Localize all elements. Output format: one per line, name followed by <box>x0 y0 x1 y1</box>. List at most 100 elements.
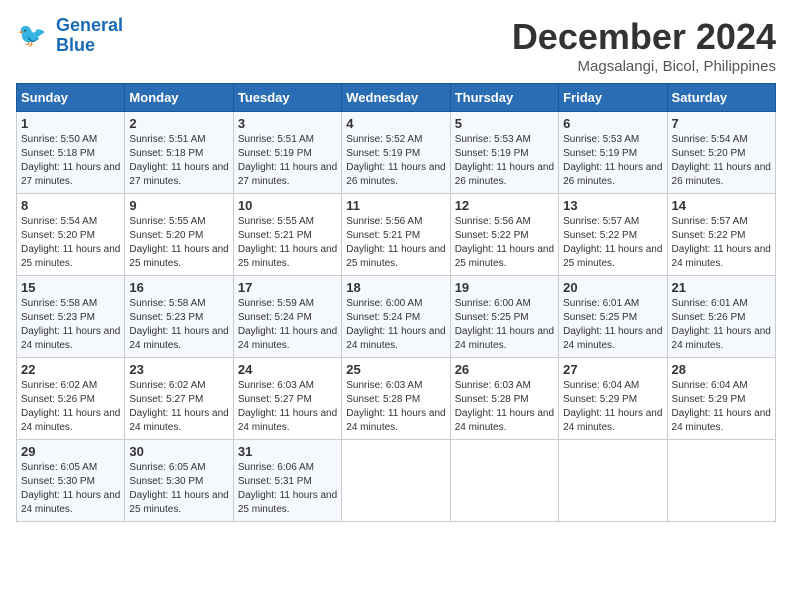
cell-content: Sunrise: 5:53 AM Sunset: 5:19 PM Dayligh… <box>563 133 662 189</box>
table-row <box>450 440 558 522</box>
table-row: 1Sunrise: 5:50 AM Sunset: 5:18 PM Daylig… <box>17 112 125 194</box>
calendar-week-row: 22Sunrise: 6:02 AM Sunset: 5:26 PM Dayli… <box>17 358 776 440</box>
cell-content: Sunrise: 6:05 AM Sunset: 5:30 PM Dayligh… <box>129 461 228 517</box>
calendar-week-row: 15 Sunrise: 5:58 AM Sunset: 5:23 PM Dayli… <box>17 276 776 358</box>
cell-content: Sunrise: 6:06 AM Sunset: 5:31 PM Dayligh… <box>238 461 337 517</box>
day-number: 6 <box>563 116 662 131</box>
svg-text:🐦: 🐦 <box>18 22 47 48</box>
day-number: 10 <box>238 198 337 213</box>
cell-content: Sunrise: 5:56 AM Sunset: 5:22 PM Dayligh… <box>455 215 554 271</box>
day-number: 5 <box>455 116 554 131</box>
table-row: 5 Sunrise: 5:53 AM Sunset: 5:19 PM Daylig… <box>450 112 558 194</box>
table-row: 8 Sunrise: 5:54 AM Sunset: 5:20 PM Daylig… <box>17 194 125 276</box>
table-row: 31 Sunrise: 6:06 AM Sunset: 5:31 PM Dayli… <box>233 440 341 522</box>
day-number: 20 <box>563 280 662 295</box>
cell-content: Sunrise: 6:03 AM Sunset: 5:27 PM Dayligh… <box>238 379 337 435</box>
table-row: 24 Sunrise: 6:03 AM Sunset: 5:27 PM Dayli… <box>233 358 341 440</box>
col-sunday: Sunday <box>17 84 125 112</box>
cell-content: Sunrise: 6:05 AM Sunset: 5:30 PM Dayligh… <box>21 461 120 517</box>
col-friday: Friday <box>559 84 667 112</box>
day-number: 15 <box>21 280 120 295</box>
cell-content: Sunrise: 5:57 AM Sunset: 5:22 PM Dayligh… <box>672 215 771 271</box>
cell-content: Sunrise: 5:52 AM Sunset: 5:19 PM Dayligh… <box>346 133 445 189</box>
day-number: 12 <box>455 198 554 213</box>
cell-content: Sunrise: 6:02 AM Sunset: 5:27 PM Dayligh… <box>129 379 228 435</box>
logo: 🐦 General Blue <box>16 16 123 56</box>
table-row: 16Sunrise: 5:58 AM Sunset: 5:23 PM Dayli… <box>125 276 233 358</box>
table-row: 7 Sunrise: 5:54 AM Sunset: 5:20 PM Daylig… <box>667 112 775 194</box>
day-number: 13 <box>563 198 662 213</box>
cell-content: Sunrise: 6:04 AM Sunset: 5:29 PM Dayligh… <box>672 379 771 435</box>
table-row: 29Sunrise: 6:05 AM Sunset: 5:30 PM Dayli… <box>17 440 125 522</box>
table-row: 26Sunrise: 6:03 AM Sunset: 5:28 PM Dayli… <box>450 358 558 440</box>
table-row: 11 Sunrise: 5:56 AM Sunset: 5:21 PM Dayli… <box>342 194 450 276</box>
cell-content: Sunrise: 5:54 AM Sunset: 5:20 PM Dayligh… <box>21 215 120 271</box>
cell-content: Sunrise: 5:50 AM Sunset: 5:18 PM Dayligh… <box>21 133 120 189</box>
day-number: 24 <box>238 362 337 377</box>
table-row: 22Sunrise: 6:02 AM Sunset: 5:26 PM Dayli… <box>17 358 125 440</box>
table-row: 15 Sunrise: 5:58 AM Sunset: 5:23 PM Dayli… <box>17 276 125 358</box>
table-row <box>342 440 450 522</box>
day-number: 8 <box>21 198 120 213</box>
cell-content: Sunrise: 5:51 AM Sunset: 5:19 PM Dayligh… <box>238 133 337 189</box>
table-row: 13 Sunrise: 5:57 AM Sunset: 5:22 PM Dayli… <box>559 194 667 276</box>
day-number: 18 <box>346 280 445 295</box>
cell-content: Sunrise: 5:51 AM Sunset: 5:18 PM Dayligh… <box>129 133 228 189</box>
table-row: 19 Sunrise: 6:00 AM Sunset: 5:25 PM Dayli… <box>450 276 558 358</box>
calendar-body: 1Sunrise: 5:50 AM Sunset: 5:18 PM Daylig… <box>17 112 776 522</box>
calendar-week-row: 8 Sunrise: 5:54 AM Sunset: 5:20 PM Daylig… <box>17 194 776 276</box>
cell-content: Sunrise: 5:59 AM Sunset: 5:24 PM Dayligh… <box>238 297 337 353</box>
calendar-week-row: 1Sunrise: 5:50 AM Sunset: 5:18 PM Daylig… <box>17 112 776 194</box>
cell-content: Sunrise: 6:01 AM Sunset: 5:26 PM Dayligh… <box>672 297 771 353</box>
table-row <box>667 440 775 522</box>
cell-content: Sunrise: 5:53 AM Sunset: 5:19 PM Dayligh… <box>455 133 554 189</box>
table-row: 18Sunrise: 6:00 AM Sunset: 5:24 PM Dayli… <box>342 276 450 358</box>
cell-content: Sunrise: 5:55 AM Sunset: 5:21 PM Dayligh… <box>238 215 337 271</box>
day-number: 26 <box>455 362 554 377</box>
cell-content: Sunrise: 5:58 AM Sunset: 5:23 PM Dayligh… <box>21 297 120 353</box>
day-number: 3 <box>238 116 337 131</box>
cell-content: Sunrise: 5:54 AM Sunset: 5:20 PM Dayligh… <box>672 133 771 189</box>
cell-content: Sunrise: 6:01 AM Sunset: 5:25 PM Dayligh… <box>563 297 662 353</box>
table-row: 21 Sunrise: 6:01 AM Sunset: 5:26 PM Dayli… <box>667 276 775 358</box>
location-subtitle: Magsalangi, Bicol, Philippines <box>512 58 776 75</box>
table-row: 23Sunrise: 6:02 AM Sunset: 5:27 PM Dayli… <box>125 358 233 440</box>
page-header: 🐦 General Blue December 2024 Magsalangi,… <box>16 16 776 75</box>
table-row: 3 Sunrise: 5:51 AM Sunset: 5:19 PM Daylig… <box>233 112 341 194</box>
cell-content: Sunrise: 5:56 AM Sunset: 5:21 PM Dayligh… <box>346 215 445 271</box>
cell-content: Sunrise: 5:58 AM Sunset: 5:23 PM Dayligh… <box>129 297 228 353</box>
col-monday: Monday <box>125 84 233 112</box>
table-row: 30Sunrise: 6:05 AM Sunset: 5:30 PM Dayli… <box>125 440 233 522</box>
logo-text: General Blue <box>56 16 123 56</box>
cell-content: Sunrise: 5:57 AM Sunset: 5:22 PM Dayligh… <box>563 215 662 271</box>
table-row: 20 Sunrise: 6:01 AM Sunset: 5:25 PM Dayli… <box>559 276 667 358</box>
table-row: 2Sunrise: 5:51 AM Sunset: 5:18 PM Daylig… <box>125 112 233 194</box>
logo-line1: General <box>56 15 123 35</box>
day-number: 25 <box>346 362 445 377</box>
cell-content: Sunrise: 6:00 AM Sunset: 5:25 PM Dayligh… <box>455 297 554 353</box>
day-number: 9 <box>129 198 228 213</box>
day-number: 14 <box>672 198 771 213</box>
table-row: 9Sunrise: 5:55 AM Sunset: 5:20 PM Daylig… <box>125 194 233 276</box>
day-number: 28 <box>672 362 771 377</box>
day-number: 17 <box>238 280 337 295</box>
table-row: 28 Sunrise: 6:04 AM Sunset: 5:29 PM Dayli… <box>667 358 775 440</box>
logo-line2: Blue <box>56 35 95 55</box>
day-number: 21 <box>672 280 771 295</box>
month-title: December 2024 <box>512 16 776 58</box>
title-block: December 2024 Magsalangi, Bicol, Philipp… <box>512 16 776 75</box>
cell-content: Sunrise: 6:04 AM Sunset: 5:29 PM Dayligh… <box>563 379 662 435</box>
table-row <box>559 440 667 522</box>
calendar-week-row: 29Sunrise: 6:05 AM Sunset: 5:30 PM Dayli… <box>17 440 776 522</box>
table-row: 4Sunrise: 5:52 AM Sunset: 5:19 PM Daylig… <box>342 112 450 194</box>
day-number: 22 <box>21 362 120 377</box>
day-number: 11 <box>346 198 445 213</box>
table-row: 25Sunrise: 6:03 AM Sunset: 5:28 PM Dayli… <box>342 358 450 440</box>
col-saturday: Saturday <box>667 84 775 112</box>
day-number: 31 <box>238 444 337 459</box>
day-number: 7 <box>672 116 771 131</box>
day-number: 19 <box>455 280 554 295</box>
day-number: 27 <box>563 362 662 377</box>
calendar-table: Sunday Monday Tuesday Wednesday Thursday… <box>16 83 776 522</box>
col-thursday: Thursday <box>450 84 558 112</box>
